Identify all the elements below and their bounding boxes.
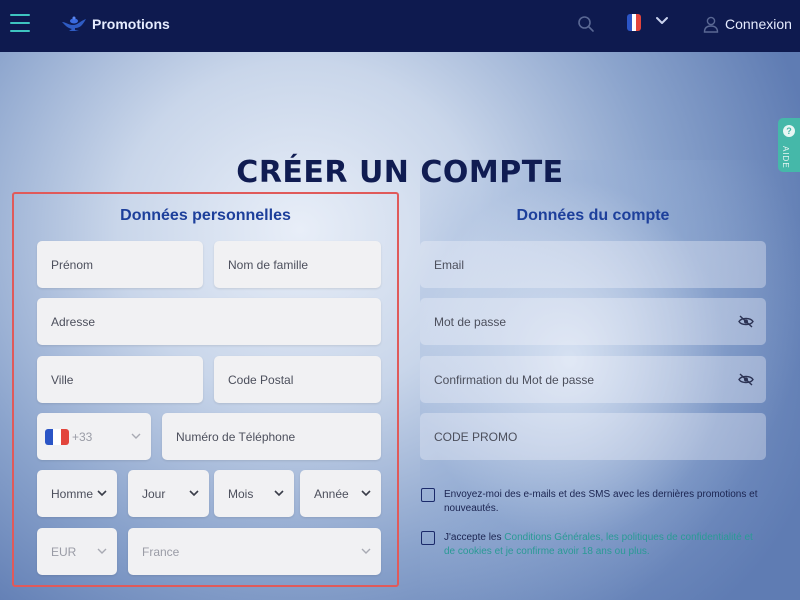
terms-link[interactable]: Conditions Générales	[504, 532, 600, 543]
top-navigation-bar: Promotions Connexion	[0, 0, 800, 52]
birth-year-placeholder: Année	[314, 487, 349, 501]
promo-code-placeholder: CODE PROMO	[434, 430, 518, 444]
postal-code-field[interactable]: Code Postal	[214, 356, 381, 403]
phone-code-value: +33	[72, 430, 93, 444]
terms-suffix: et je confirme avoir 18 ans ou plus.	[491, 546, 650, 557]
email-placeholder: Email	[434, 258, 465, 272]
chevron-down-icon[interactable]	[655, 14, 669, 28]
password-field[interactable]: Mot de passe	[420, 298, 766, 345]
phone-number-placeholder: Numéro de Téléphone	[176, 430, 296, 444]
confirm-password-placeholder: Confirmation du Mot de passe	[434, 373, 595, 387]
terms-consent-text: J'accepte les Conditions Générales, les …	[444, 531, 764, 559]
gender-select[interactable]: Homme	[37, 470, 117, 517]
chevron-down-icon	[361, 490, 371, 497]
first-name-placeholder: Prénom	[51, 258, 94, 272]
country-value: France	[142, 545, 180, 559]
terms-prefix: J'accepte les	[444, 532, 505, 543]
currency-value: EUR	[51, 545, 77, 559]
confirm-password-field[interactable]: Confirmation du Mot de passe	[420, 356, 766, 403]
chevron-down-icon	[97, 548, 107, 554]
genie-lamp-logo-icon[interactable]	[60, 13, 88, 33]
search-icon[interactable]	[577, 15, 595, 33]
promotions-link[interactable]: Promotions	[92, 16, 170, 32]
chevron-down-icon	[361, 548, 371, 554]
password-placeholder: Mot de passe	[434, 315, 507, 329]
eye-hidden-icon[interactable]	[738, 315, 754, 328]
email-field[interactable]: Email	[420, 241, 766, 288]
personal-data-title: Données personnelles	[120, 207, 291, 224]
birth-month-placeholder: Mois	[228, 487, 254, 501]
phone-code-select[interactable]: +33	[37, 413, 151, 460]
marketing-consent-row: Envoyez-moi des e-mails et des SMS avec …	[421, 488, 781, 518]
birth-year-select[interactable]: Année	[300, 470, 381, 517]
terms-consent-checkbox[interactable]	[421, 531, 435, 545]
currency-select[interactable]: EUR	[37, 528, 117, 575]
address-field[interactable]: Adresse	[37, 298, 381, 345]
login-link[interactable]: Connexion	[725, 16, 792, 32]
city-field[interactable]: Ville	[37, 356, 203, 403]
menu-icon[interactable]	[10, 14, 30, 34]
terms-consent-row: J'accepte les Conditions Générales, les …	[421, 531, 781, 561]
language-flag-icon[interactable]	[627, 14, 641, 31]
postal-code-placeholder: Code Postal	[228, 373, 294, 387]
last-name-field[interactable]: Nom de famille	[214, 241, 381, 288]
marketing-consent-checkbox[interactable]	[421, 488, 435, 502]
page-title: CRÉER UN COMPTE	[236, 155, 564, 190]
eye-hidden-icon[interactable]	[738, 373, 754, 386]
country-select[interactable]: France	[128, 528, 381, 575]
gender-value: Homme	[51, 487, 94, 501]
birth-day-placeholder: Jour	[142, 487, 166, 501]
last-name-placeholder: Nom de famille	[228, 258, 309, 272]
chevron-down-icon	[274, 490, 284, 497]
chevron-down-icon	[97, 490, 107, 497]
chevron-down-icon	[131, 433, 141, 439]
first-name-field[interactable]: Prénom	[37, 241, 203, 288]
birth-day-select[interactable]: Jour	[128, 470, 209, 517]
promo-code-field[interactable]: CODE PROMO	[420, 413, 766, 460]
city-placeholder: Ville	[51, 373, 74, 387]
chevron-down-icon	[189, 490, 199, 497]
marketing-consent-text: Envoyez-moi des e-mails et des SMS avec …	[444, 489, 758, 514]
help-icon: ?	[783, 125, 795, 137]
birth-month-select[interactable]: Mois	[214, 470, 294, 517]
account-data-title: Données du compte	[516, 207, 670, 224]
phone-number-field[interactable]: Numéro de Téléphone	[162, 413, 381, 460]
user-icon[interactable]	[703, 16, 719, 33]
address-placeholder: Adresse	[51, 315, 96, 329]
france-flag-icon	[45, 429, 69, 445]
